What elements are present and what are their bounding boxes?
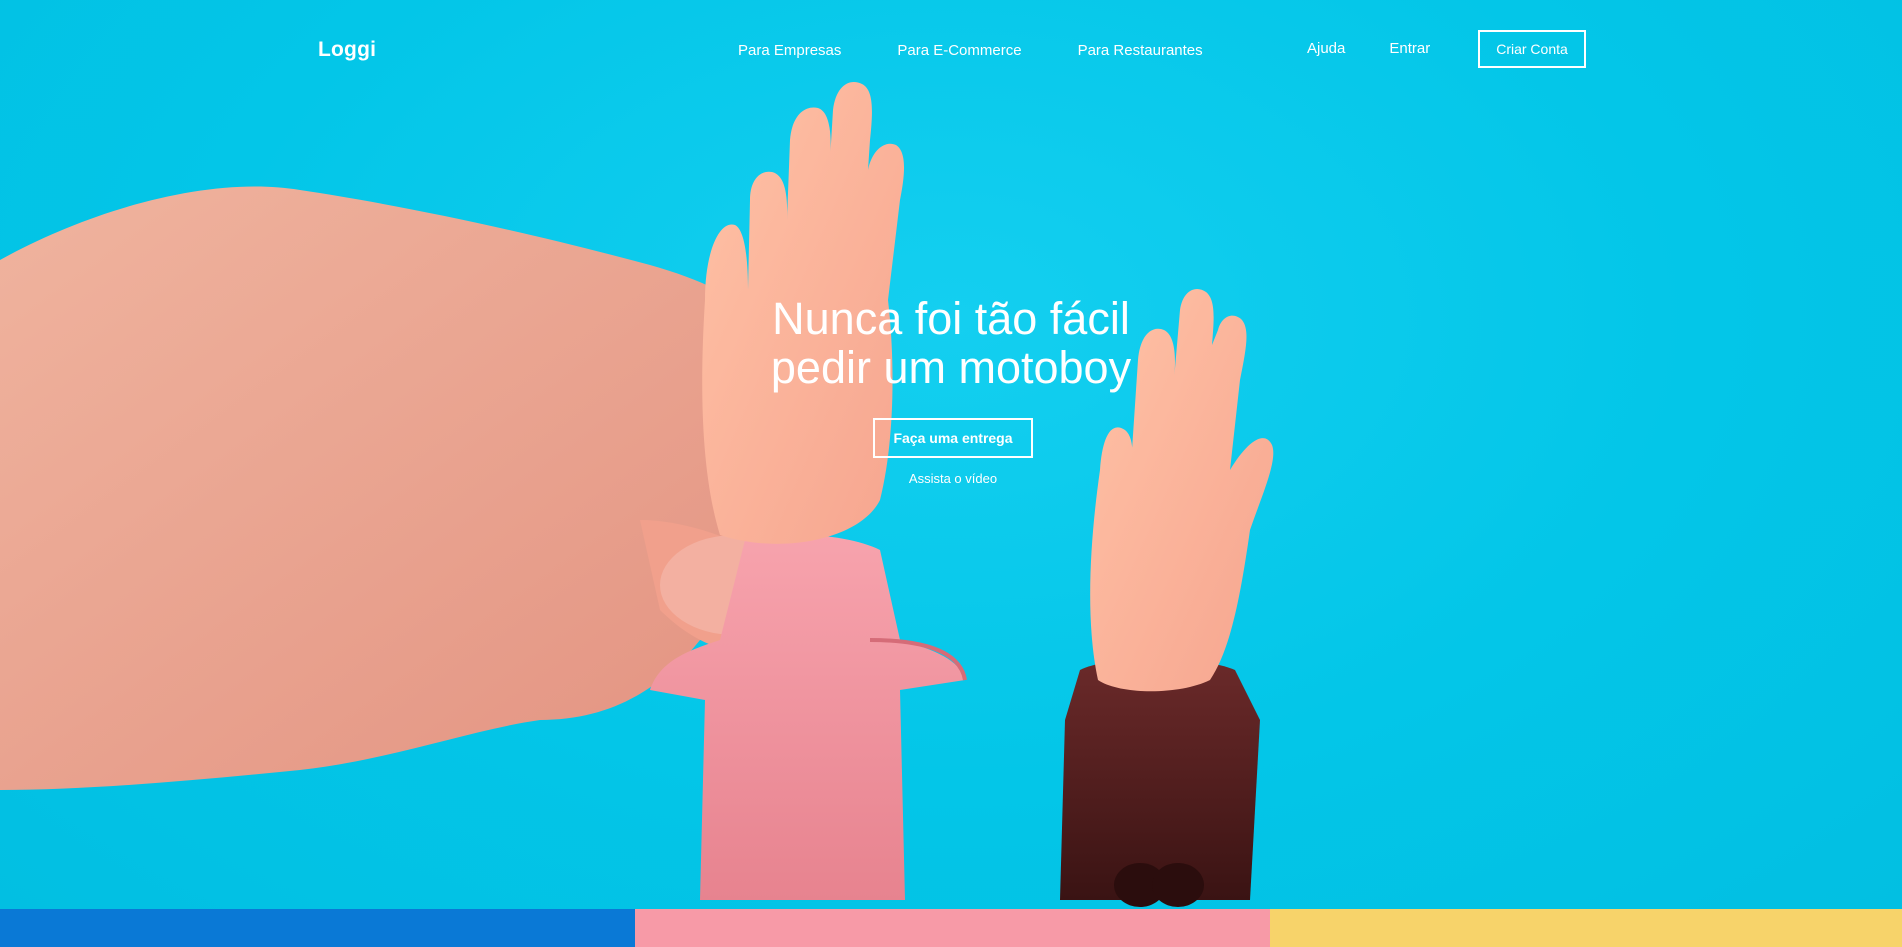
login-link[interactable]: Entrar [1389,40,1430,57]
hero-headline-line1: Nunca foi tão fácil [772,293,1130,344]
nav-link-empresas[interactable]: Para Empresas [738,42,841,59]
secondary-nav: Ajuda Entrar [1307,40,1430,57]
preview-tile-blue [0,909,635,947]
preview-tile-pink [635,909,1270,947]
preview-tile-yellow [1270,909,1902,947]
signup-button[interactable]: Criar Conta [1478,30,1586,68]
primary-nav: Para Empresas Para E-Commerce Para Resta… [738,42,1203,59]
make-delivery-button[interactable]: Faça uma entrega [873,418,1033,458]
hero-headline: Nunca foi tão fácil pedir um motoboy [651,294,1251,392]
hero-section: Loggi Para Empresas Para E-Commerce Para… [0,0,1902,909]
hero-headline-line2: pedir um motoboy [770,342,1132,393]
landing-page: Loggi Para Empresas Para E-Commerce Para… [0,0,1902,947]
nav-link-restaurantes[interactable]: Para Restaurantes [1078,42,1203,59]
nav-link-ecommerce[interactable]: Para E-Commerce [897,42,1021,59]
logo[interactable]: Loggi [318,38,376,62]
help-link[interactable]: Ajuda [1307,40,1345,57]
watch-video-link[interactable]: Assista o vídeo [853,471,1053,486]
